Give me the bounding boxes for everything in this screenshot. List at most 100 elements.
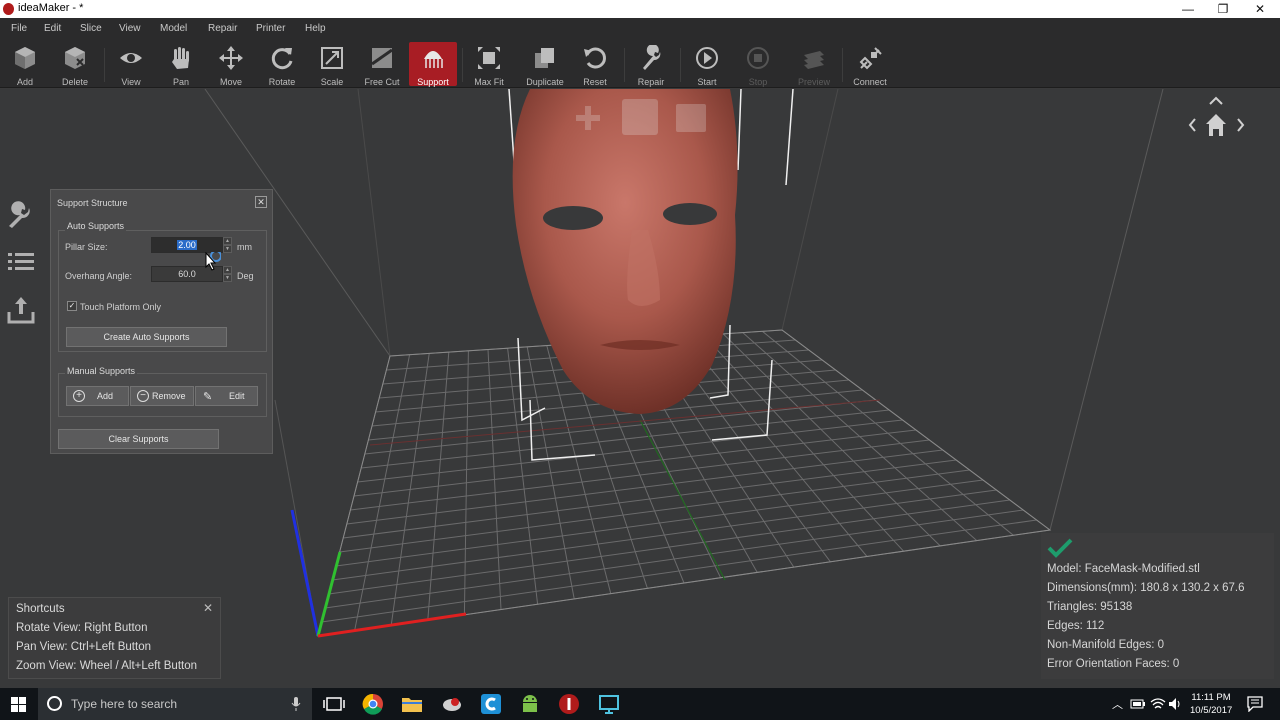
wrench-side-icon[interactable]	[6, 199, 36, 229]
add-cube-icon	[15, 47, 35, 69]
duplicate-button[interactable]: Duplicate	[521, 42, 569, 87]
file-explorer-icon[interactable]	[400, 692, 424, 716]
menu-printer[interactable]: Printer	[256, 23, 285, 34]
wifi-icon[interactable]	[1150, 697, 1166, 711]
connect-label: Connect	[853, 77, 887, 87]
touch-platform-checkbox[interactable]: ✓	[67, 301, 77, 311]
free-cut-button[interactable]: Free Cut	[358, 42, 406, 87]
face-mask-model[interactable]	[512, 89, 738, 414]
task-view-icon[interactable]	[322, 692, 346, 716]
add-button[interactable]: Add	[1, 42, 49, 87]
windows-start-icon[interactable]	[11, 697, 26, 712]
menu-model[interactable]: Model	[160, 23, 187, 34]
menu-help[interactable]: Help	[305, 23, 326, 34]
windows-taskbar: Type here to search ︿ 11:11 PM 10/5/2017	[0, 688, 1280, 720]
search-placeholder: Type here to search	[71, 697, 178, 711]
support-label: Support	[417, 77, 449, 87]
app-logo-icon	[3, 3, 14, 15]
chrome-icon[interactable]	[361, 692, 385, 716]
panel-close-button[interactable]: ✕	[255, 196, 267, 208]
pillar-size-stepper[interactable]: ▲ ▼	[223, 237, 232, 253]
taskbar-search-box[interactable]: Type here to search	[38, 688, 312, 720]
delete-button[interactable]: Delete	[51, 42, 99, 87]
shortcut-zoom: Zoom View: Wheel / Alt+Left Button	[16, 660, 198, 672]
wrench-icon	[643, 45, 661, 70]
close-window-button[interactable]: ✕	[1242, 0, 1278, 18]
add-label: Add	[16, 77, 33, 87]
model-dimensions: Dimensions(mm): 180.8 x 130.2 x 67.6	[1047, 582, 1245, 594]
connect-button[interactable]: Connect	[846, 42, 894, 87]
manual-add-button[interactable]: + Add	[66, 386, 129, 406]
stop-icon	[747, 47, 769, 69]
taskbar-clock[interactable]: 11:11 PM 10/5/2017	[1190, 691, 1232, 717]
rotate-button[interactable]: Rotate	[258, 42, 306, 87]
stop-button[interactable]: Stop	[734, 42, 782, 87]
overhang-angle-unit: Deg	[237, 271, 254, 281]
reset-label: Reset	[583, 77, 607, 87]
pillar-size-unit: mm	[237, 242, 252, 252]
preview-layers-icon	[804, 51, 824, 69]
reset-button[interactable]: Reset	[571, 42, 619, 87]
pan-button[interactable]: Pan	[157, 42, 205, 87]
start-button[interactable]: Start	[683, 42, 731, 87]
free-cut-label: Free Cut	[364, 77, 400, 87]
plus-circle-icon: +	[73, 390, 85, 402]
slicer-app-icon[interactable]	[440, 692, 464, 716]
show-hidden-icons[interactable]: ︿	[1112, 696, 1123, 712]
preview-label: Preview	[797, 77, 830, 87]
move-arrows-icon	[219, 46, 243, 70]
manual-edit-label: Edit	[229, 391, 245, 401]
export-side-icon[interactable]	[6, 295, 36, 325]
max-fit-button[interactable]: Max Fit	[465, 42, 513, 87]
max-fit-icon	[478, 47, 500, 69]
menu-repair[interactable]: Repair	[208, 23, 237, 34]
action-center-icon[interactable]	[1247, 696, 1263, 712]
view-button[interactable]: View	[107, 42, 155, 87]
support-button[interactable]: Support	[409, 42, 457, 87]
repair-label: Repair	[637, 77, 665, 87]
cortana-c-icon[interactable]	[479, 692, 503, 716]
menu-slice[interactable]: Slice	[80, 23, 102, 34]
shortcuts-close-button[interactable]: ✕	[203, 601, 213, 615]
overhang-angle-stepper[interactable]: ▲ ▼	[223, 266, 232, 282]
shortcut-pan: Pan View: Ctrl+Left Button	[16, 641, 151, 653]
maximize-button[interactable]: ❐	[1205, 0, 1241, 18]
clear-supports-button[interactable]: Clear Supports	[58, 429, 219, 449]
manual-remove-button[interactable]: − Remove	[130, 386, 194, 406]
manual-add-label: Add	[97, 391, 114, 401]
microphone-icon[interactable]	[291, 697, 301, 711]
touch-platform-label: Touch Platform Only	[80, 302, 162, 312]
reset-icon	[584, 47, 606, 69]
eye-icon	[120, 53, 142, 63]
scale-button[interactable]: Scale	[308, 42, 356, 87]
ideamaker-icon[interactable]	[557, 692, 581, 716]
menu-file[interactable]: File	[11, 23, 27, 34]
scale-icon	[321, 47, 343, 69]
camera-nav-widget[interactable]	[1182, 92, 1252, 142]
volume-icon[interactable]	[1168, 697, 1182, 711]
create-auto-supports-button[interactable]: Create Auto Supports	[66, 327, 227, 347]
manual-edit-button[interactable]: ✎ Edit	[195, 386, 258, 406]
toolbar: Add Delete View Pan Move Rotate Scale Fr…	[0, 40, 1280, 88]
menu-edit[interactable]: Edit	[44, 23, 61, 34]
repair-button[interactable]: Repair	[627, 42, 675, 87]
battery-icon[interactable]	[1130, 698, 1146, 710]
screen-app-icon[interactable]	[597, 692, 621, 716]
manual-supports-label: Manual Supports	[65, 366, 138, 376]
support-structure-panel: Support Structure ✕ Auto Supports Pillar…	[50, 189, 273, 454]
android-icon[interactable]	[518, 692, 542, 716]
shortcuts-panel: ✕ Shortcuts Rotate View: Right Button Pa…	[8, 597, 221, 679]
nav-right-icon	[1237, 118, 1245, 132]
max-fit-label: Max Fit	[474, 77, 504, 87]
mouse-cursor-icon	[205, 252, 221, 271]
pillar-size-input[interactable]: 2.00	[151, 237, 223, 253]
move-button[interactable]: Move	[207, 42, 255, 87]
list-side-icon[interactable]	[6, 247, 36, 277]
model-error-orientation: Error Orientation Faces: 0	[1047, 658, 1180, 670]
preview-button[interactable]: Preview	[790, 42, 838, 87]
cortana-circle-icon	[47, 696, 62, 711]
support-icon	[424, 51, 443, 68]
minimize-button[interactable]: —	[1170, 0, 1206, 18]
menu-view[interactable]: View	[119, 23, 141, 34]
delete-cube-icon	[65, 47, 85, 69]
